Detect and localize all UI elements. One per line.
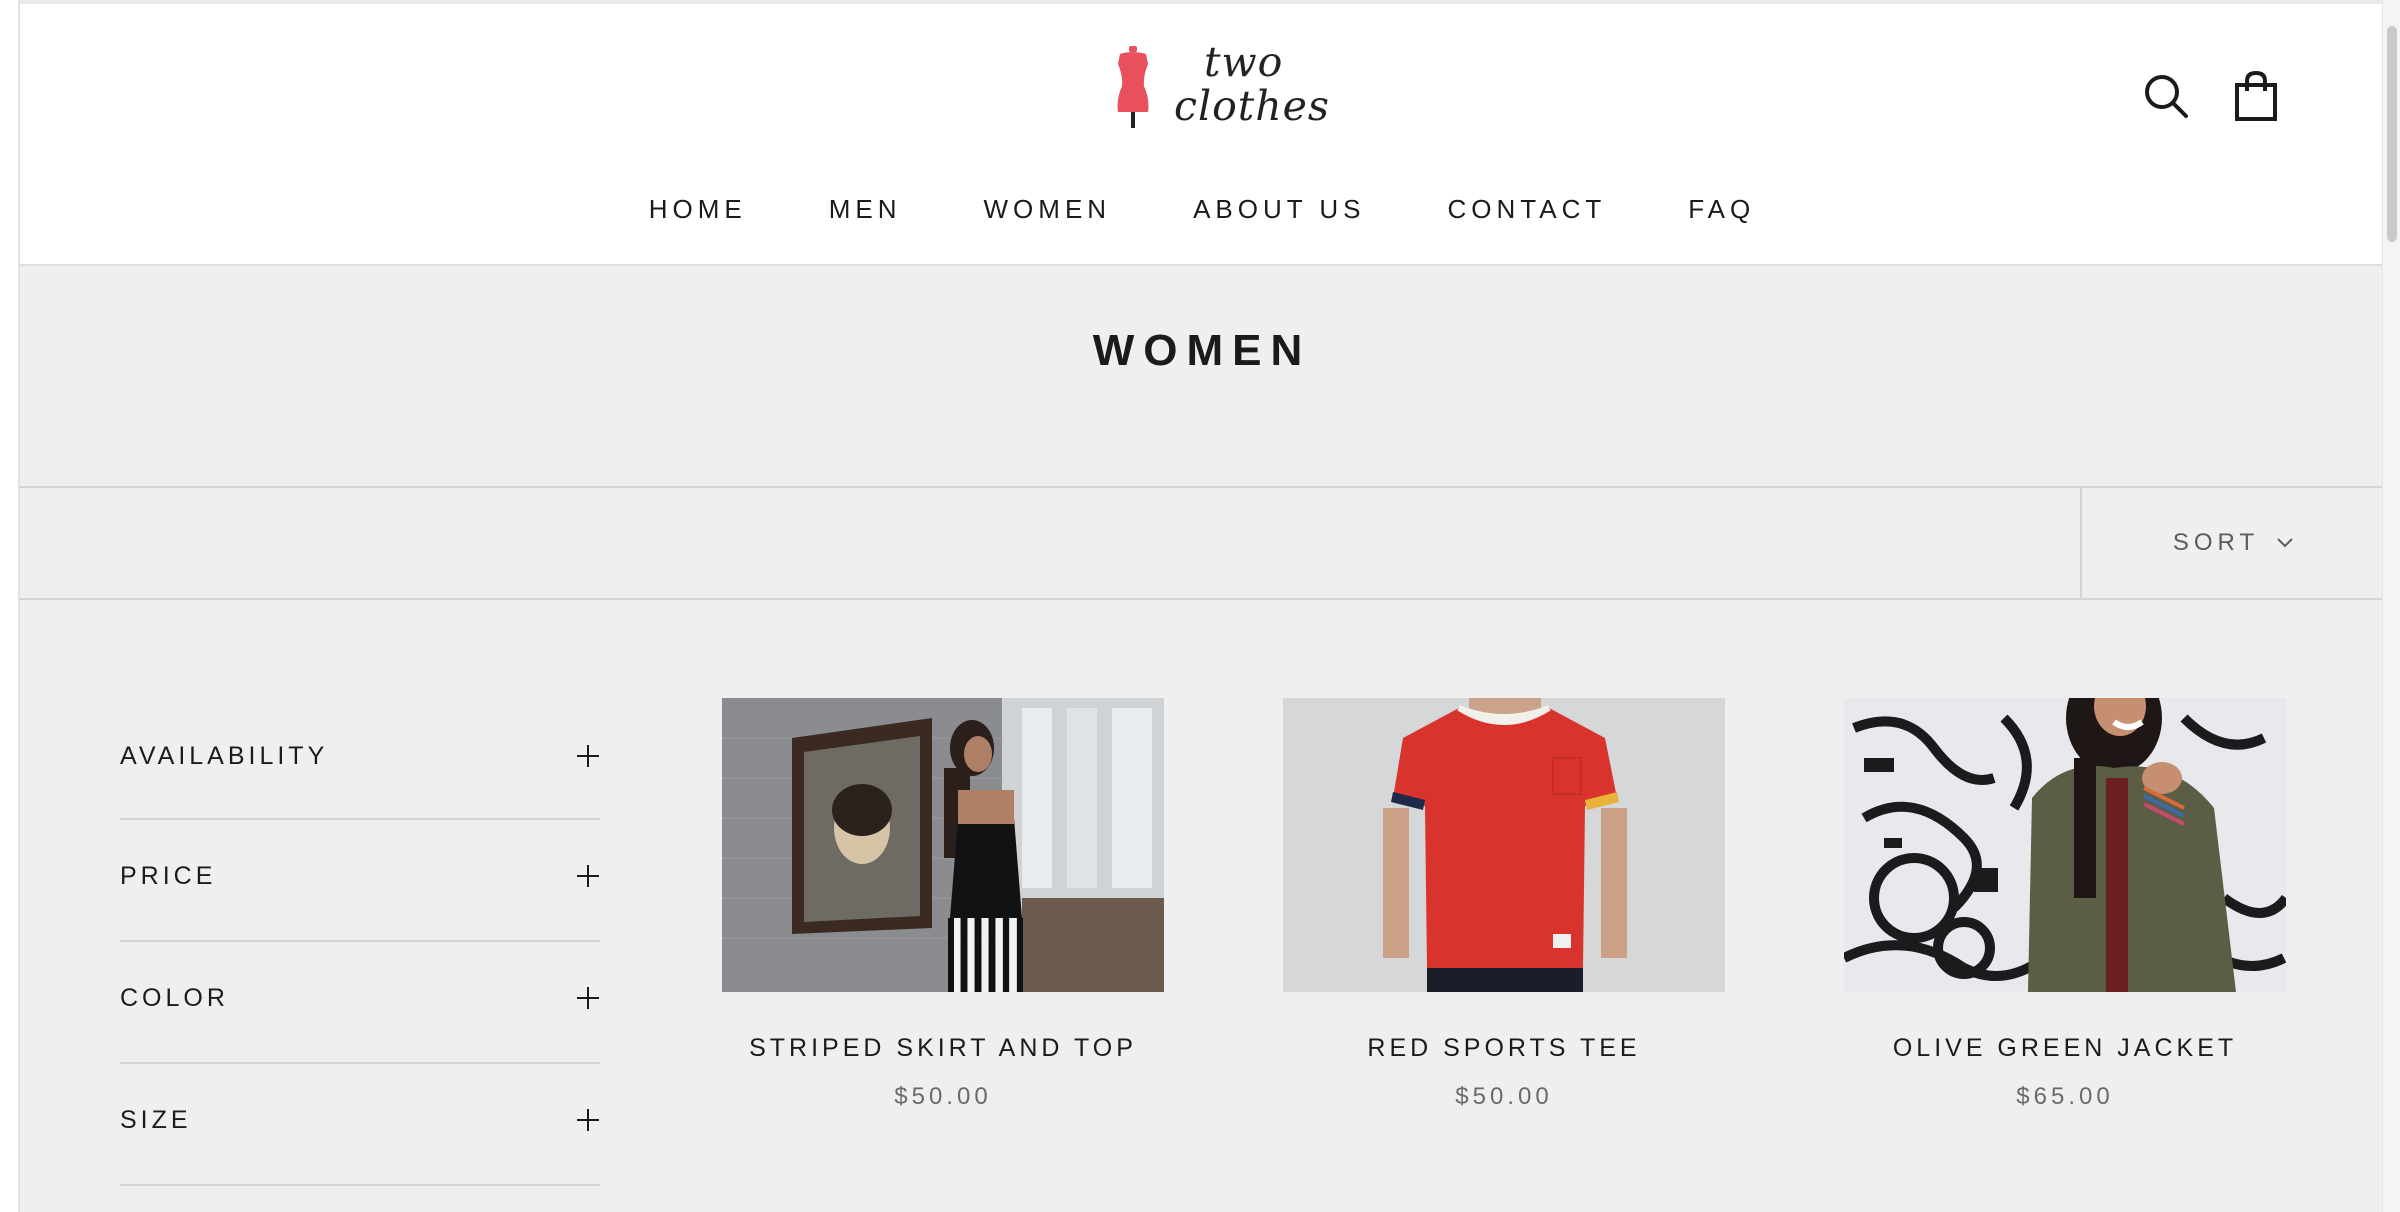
nav-contact[interactable]: CONTACT bbox=[1407, 194, 1648, 225]
site-header: two clothes HOME MEN WOMEN ABOUT US CONT… bbox=[20, 0, 2384, 266]
shopping-bag-icon bbox=[2235, 71, 2277, 121]
store-logo[interactable]: two clothes bbox=[1110, 40, 1330, 132]
collection-toolbar: SORT bbox=[20, 486, 2384, 600]
filter-availability[interactable]: AVAILABILITY bbox=[120, 700, 600, 820]
dress-form-icon bbox=[1117, 46, 1149, 128]
logo-wordmark: two clothes bbox=[1174, 40, 1330, 128]
filter-label: AVAILABILITY bbox=[120, 742, 329, 770]
sort-button[interactable]: SORT bbox=[2080, 488, 2384, 598]
nav-men[interactable]: MEN bbox=[788, 194, 943, 225]
product-price: $50.00 bbox=[1455, 1083, 1553, 1110]
scrollbar-thumb[interactable] bbox=[2387, 26, 2397, 242]
chevron-down-icon bbox=[2277, 538, 2293, 548]
logo-line-2: clothes bbox=[1174, 82, 1330, 130]
page-title: WOMEN bbox=[1092, 326, 1312, 375]
page-scrollbar[interactable] bbox=[2382, 0, 2400, 1212]
plus-icon bbox=[577, 1109, 599, 1131]
product-title[interactable]: STRIPED SKIRT AND TOP bbox=[722, 1034, 1164, 1063]
nav-faq[interactable]: FAQ bbox=[1647, 194, 1796, 225]
plus-icon bbox=[577, 987, 599, 1009]
product-image[interactable] bbox=[722, 698, 1164, 992]
filter-price[interactable]: PRICE bbox=[120, 820, 600, 942]
plus-icon bbox=[577, 865, 599, 887]
filter-sidebar: AVAILABILITY PRICE COLOR SIZE bbox=[120, 700, 600, 1186]
nav-women[interactable]: WOMEN bbox=[943, 194, 1153, 225]
search-icon bbox=[2145, 75, 2188, 118]
browser-viewport: two clothes HOME MEN WOMEN ABOUT US CONT… bbox=[18, 0, 2384, 1212]
product-image[interactable] bbox=[1844, 698, 2286, 992]
filter-color[interactable]: COLOR bbox=[120, 942, 600, 1064]
filter-label: COLOR bbox=[120, 984, 229, 1012]
search-button[interactable] bbox=[2136, 66, 2196, 126]
plus-icon bbox=[577, 745, 599, 767]
product-card[interactable]: RED SPORTS TEE $50.00 bbox=[1283, 698, 1725, 1111]
nav-home[interactable]: HOME bbox=[608, 194, 788, 225]
filter-label: PRICE bbox=[120, 862, 217, 890]
product-price: $50.00 bbox=[894, 1083, 992, 1110]
collection-header: WOMEN bbox=[20, 266, 2384, 486]
filter-size[interactable]: SIZE bbox=[120, 1064, 600, 1186]
nav-about-us[interactable]: ABOUT US bbox=[1152, 194, 1406, 225]
product-title[interactable]: OLIVE GREEN JACKET bbox=[1844, 1034, 2286, 1063]
product-image[interactable] bbox=[1283, 698, 1725, 992]
main-navigation: HOME MEN WOMEN ABOUT US CONTACT FAQ bbox=[20, 194, 2384, 225]
cart-button[interactable] bbox=[2226, 66, 2286, 126]
sort-label: SORT bbox=[2172, 529, 2260, 556]
product-title[interactable]: RED SPORTS TEE bbox=[1283, 1034, 1725, 1063]
logo-line-1: two bbox=[1204, 38, 1284, 86]
product-price: $65.00 bbox=[2016, 1083, 2114, 1110]
filter-label: SIZE bbox=[120, 1106, 192, 1134]
product-card[interactable]: OLIVE GREEN JACKET $65.00 bbox=[1844, 698, 2286, 1111]
product-card[interactable]: STRIPED SKIRT AND TOP $50.00 bbox=[722, 698, 1164, 1111]
